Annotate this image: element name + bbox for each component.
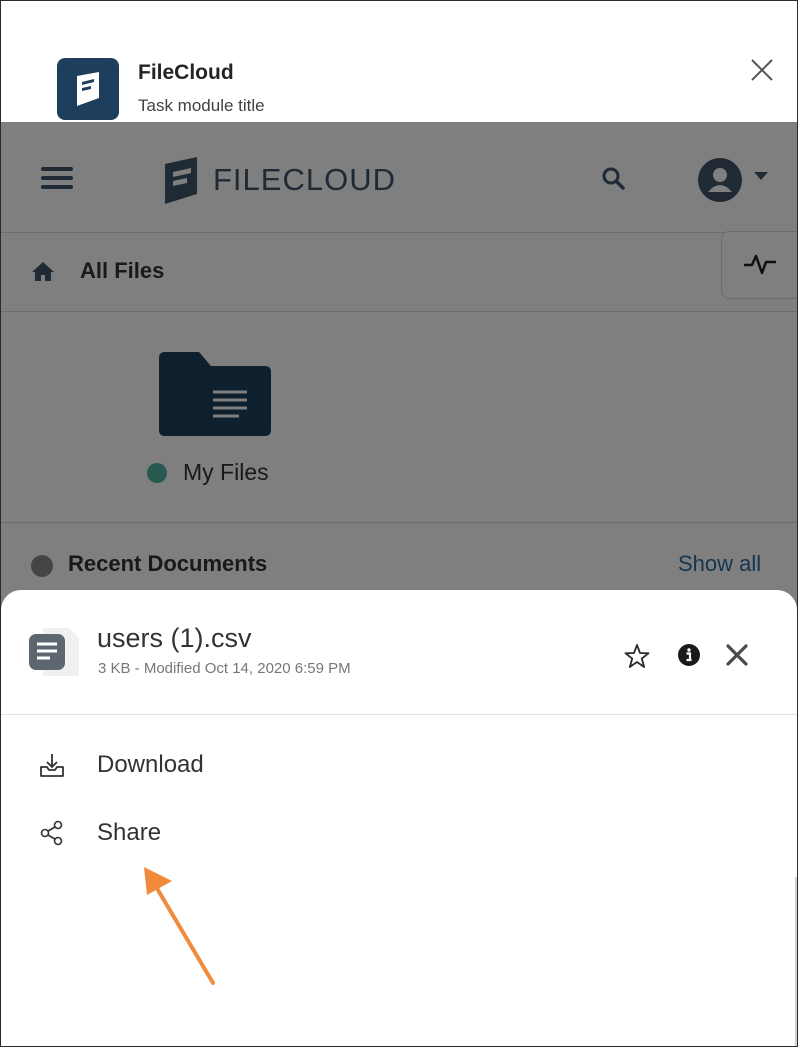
- star-icon[interactable]: [624, 643, 650, 674]
- annotation-arrow-icon: [144, 867, 215, 985]
- download-icon: [39, 752, 65, 783]
- close-icon: [751, 59, 773, 81]
- share-icon: [39, 820, 65, 851]
- scrollbar-edge[interactable]: [795, 877, 797, 1046]
- file-icon: [29, 626, 81, 683]
- download-action[interactable]: Download: [1, 738, 797, 794]
- task-module-subtitle: Task module title: [138, 96, 265, 115]
- info-icon[interactable]: [677, 643, 701, 672]
- task-module-header: FileCloud Task module title: [1, 1, 797, 122]
- share-label: Share: [97, 819, 162, 846]
- share-action[interactable]: Share: [1, 806, 797, 862]
- task-module-close-button[interactable]: [749, 57, 775, 83]
- close-icon: [726, 644, 748, 666]
- file-meta: 3 KB - Modified Oct 14, 2020 6:59 PM: [98, 660, 351, 677]
- download-label: Download: [97, 751, 204, 778]
- close-sheet-button[interactable]: [724, 642, 750, 673]
- task-module-app-name: FileCloud: [138, 61, 234, 84]
- teams-task-module: FileCloud Task module title FILECLOUD: [0, 0, 798, 1047]
- filecloud-app-logo: [57, 58, 119, 120]
- file-name: users (1).csv: [97, 623, 252, 653]
- file-actions-sheet: users (1).csv 3 KB - Modified Oct 14, 20…: [1, 590, 797, 1046]
- file-details-header: users (1).csv 3 KB - Modified Oct 14, 20…: [1, 590, 797, 715]
